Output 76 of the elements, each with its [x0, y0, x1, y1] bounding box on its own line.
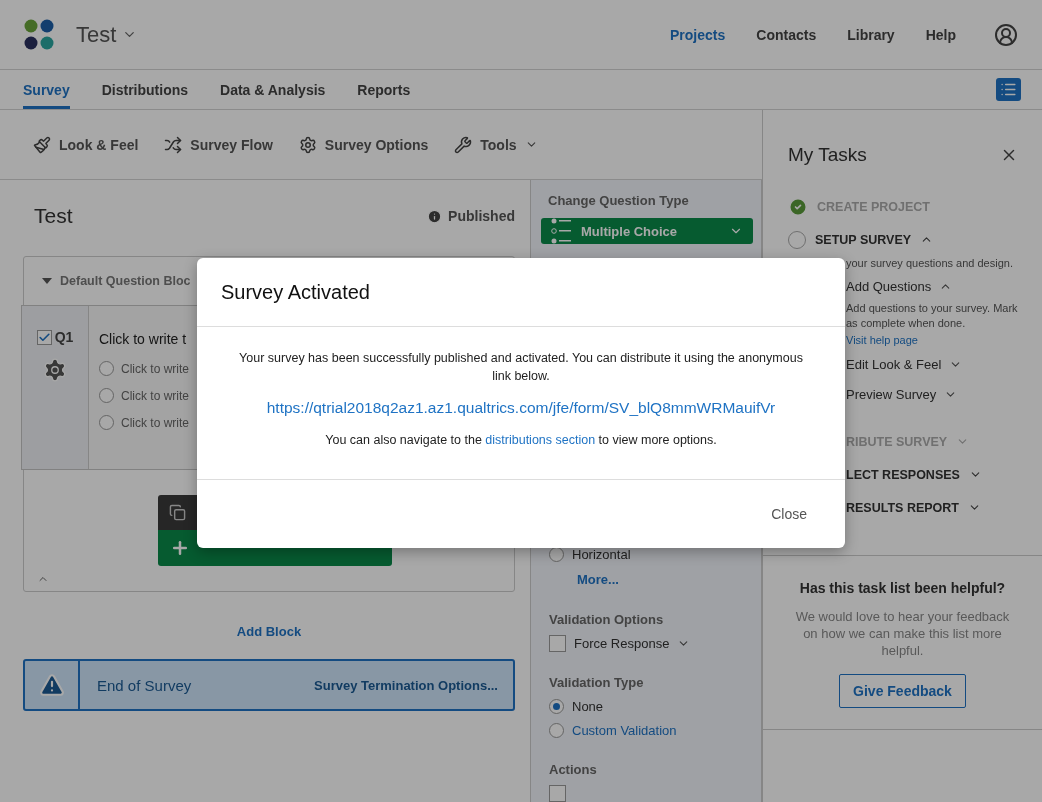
toolbar-button[interactable]: Tools [454, 135, 538, 154]
question-type-dropdown[interactable]: Multiple Choice [541, 218, 753, 244]
survey-title: Test [34, 204, 73, 228]
wrench-icon [454, 135, 473, 154]
copy-button[interactable] [158, 495, 197, 530]
shuffle-icon [164, 135, 183, 154]
feedback-title: Has this task list been helpful? [799, 580, 1006, 596]
radio-button[interactable] [99, 415, 114, 430]
question-number: Q1 [54, 329, 74, 345]
task-list-button[interactable] [996, 78, 1021, 101]
tasks-title: My Tasks [788, 144, 867, 166]
termination-options-link[interactable]: Survey Termination Options... [314, 677, 498, 693]
section-heading: Validation Type [549, 673, 645, 692]
multiple-choice-icon [551, 218, 571, 244]
distributions-link[interactable]: distributions section [485, 433, 596, 447]
choice-text[interactable]: Click to write [121, 361, 189, 376]
checkbox[interactable] [549, 784, 566, 802]
task-section-title[interactable]: LECT RESPONSES [846, 467, 960, 482]
choice-text[interactable]: Click to write [121, 388, 189, 403]
dialog-title: Survey Activated [221, 280, 370, 304]
section-heading: Validation Options [549, 610, 665, 629]
nav-link[interactable]: Contacts [756, 26, 817, 43]
tab[interactable]: Survey [23, 70, 70, 109]
settings-icon[interactable] [42, 357, 68, 383]
end-title: End of Survey [97, 676, 193, 694]
choice-text[interactable]: Click to write [121, 415, 189, 430]
toolbar-button[interactable]: Look & Feel [33, 135, 139, 154]
navigation-note: You can also navigate to the distributions section to view more options. [325, 433, 717, 447]
toolbar-button[interactable]: Survey Options [298, 135, 429, 154]
task-step[interactable]: Edit Look & Feel [846, 356, 942, 372]
section-heading: Actions [549, 760, 598, 779]
settings-icon [298, 135, 317, 154]
info-icon [427, 208, 443, 224]
nav-link[interactable]: Projects [670, 26, 726, 43]
tab[interactable]: Data & Analysis [220, 70, 326, 109]
panel-heading: Change Question Type [548, 193, 690, 208]
task-section-title[interactable]: SETUP SURVEY [815, 232, 912, 247]
feedback-text: We would love to hear your feedback on how we can make this list more helpful. [794, 608, 1011, 659]
warning-icon [38, 672, 65, 698]
plus-icon [170, 538, 190, 558]
option-label: Force Response [574, 635, 670, 651]
help-link[interactable]: Visit help page [846, 331, 1018, 349]
tab[interactable]: Reports [357, 70, 411, 109]
radio-button[interactable] [549, 722, 564, 738]
radio-button[interactable] [99, 388, 114, 403]
list-icon [1000, 81, 1017, 98]
project-title[interactable]: Test [76, 21, 117, 48]
block-title[interactable]: Default Question Bloc [60, 274, 191, 288]
paintbrush-icon [33, 135, 51, 154]
question-text[interactable]: Click to write t [99, 331, 189, 347]
option-label: Horizontal [572, 546, 631, 562]
give-feedback-button[interactable]: Give Feedback [839, 674, 966, 708]
task-step[interactable]: Preview Survey [846, 386, 937, 402]
survey-status: Published [427, 208, 515, 224]
toolbar-button[interactable]: Survey Flow [164, 135, 273, 154]
tab[interactable]: Distributions [101, 70, 189, 109]
user-icon[interactable] [994, 22, 1018, 47]
radio-button[interactable] [99, 361, 114, 376]
checkbox[interactable] [36, 329, 52, 345]
option-link[interactable]: Custom Validation [572, 722, 677, 738]
checkbox[interactable] [549, 634, 566, 652]
add-block-link[interactable]: Add Block [236, 624, 302, 639]
caret-icon[interactable] [42, 278, 52, 284]
copy-icon [169, 504, 186, 521]
more-link[interactable]: More... [577, 566, 753, 592]
task-description: your survey questions and design. [845, 256, 1014, 271]
dialog-message: Your survey has been successfully published and activated. You can distribute it using the anonymous link below. [239, 350, 803, 385]
task-description: Add questions to your survey. Mark as complete when done. [845, 301, 1018, 331]
task-section-title[interactable]: RESULTS REPORT [846, 500, 959, 515]
nav-link[interactable]: Library [847, 26, 895, 43]
survey-link[interactable]: https://qtrial2018q2az1.az1.qualtrics.com/jfe/form/SV_blQ8mmWRMauifVr [266, 399, 776, 417]
close-button[interactable]: Close [769, 502, 809, 526]
radio-button[interactable] [549, 698, 564, 714]
nav-link[interactable]: Help [925, 26, 956, 43]
option-label: None [572, 698, 604, 714]
task-step[interactable]: Add Questions [846, 278, 932, 294]
